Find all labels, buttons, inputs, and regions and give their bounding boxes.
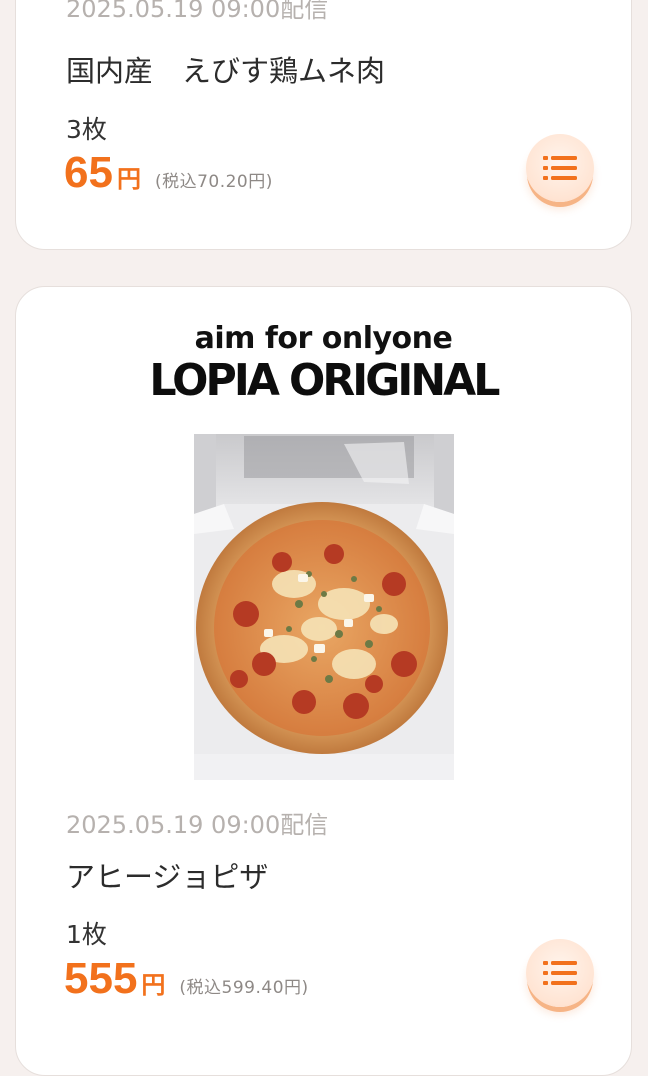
list-icon <box>543 961 577 985</box>
price-value: 65 <box>64 148 113 197</box>
price-row: 555 円 (税込599.40円) <box>64 957 309 1001</box>
tax-included-price: (税込599.40円) <box>179 978 309 998</box>
product-quantity: 3枚 <box>66 115 107 144</box>
tax-included-price: (税込70.20円) <box>154 172 273 192</box>
product-name: アヒージョピザ <box>66 860 269 894</box>
brand-banner: aim for onlyone LOPIA ORIGINAL <box>16 321 631 403</box>
brand-name: LOPIA ORIGINAL <box>149 355 500 406</box>
brand-tagline: aim for onlyone <box>194 321 453 356</box>
delivery-date: 2025.05.19 09:00配信 <box>66 811 329 839</box>
add-to-list-button[interactable] <box>526 134 594 202</box>
coupon-card[interactable]: aim for onlyone LOPIA ORIGINAL 2025.05.1… <box>15 286 632 1076</box>
price-currency: 円 <box>116 165 141 193</box>
delivery-date: 2025.05.19 09:00配信 <box>66 0 329 23</box>
price-row: 65 円 (税込70.20円) <box>64 151 273 195</box>
product-image <box>194 434 454 780</box>
list-icon <box>543 156 577 180</box>
add-to-list-button[interactable] <box>526 939 594 1007</box>
price-value: 555 <box>64 954 138 1003</box>
price-currency: 円 <box>141 971 166 999</box>
product-quantity: 1枚 <box>66 920 107 949</box>
pizza-photo <box>194 434 454 780</box>
coupon-card[interactable]: 2025.05.19 09:00配信 国内産 えびす鶏ムネ肉 3枚 65 円 (… <box>15 0 632 250</box>
product-name: 国内産 えびす鶏ムネ肉 <box>66 54 386 88</box>
